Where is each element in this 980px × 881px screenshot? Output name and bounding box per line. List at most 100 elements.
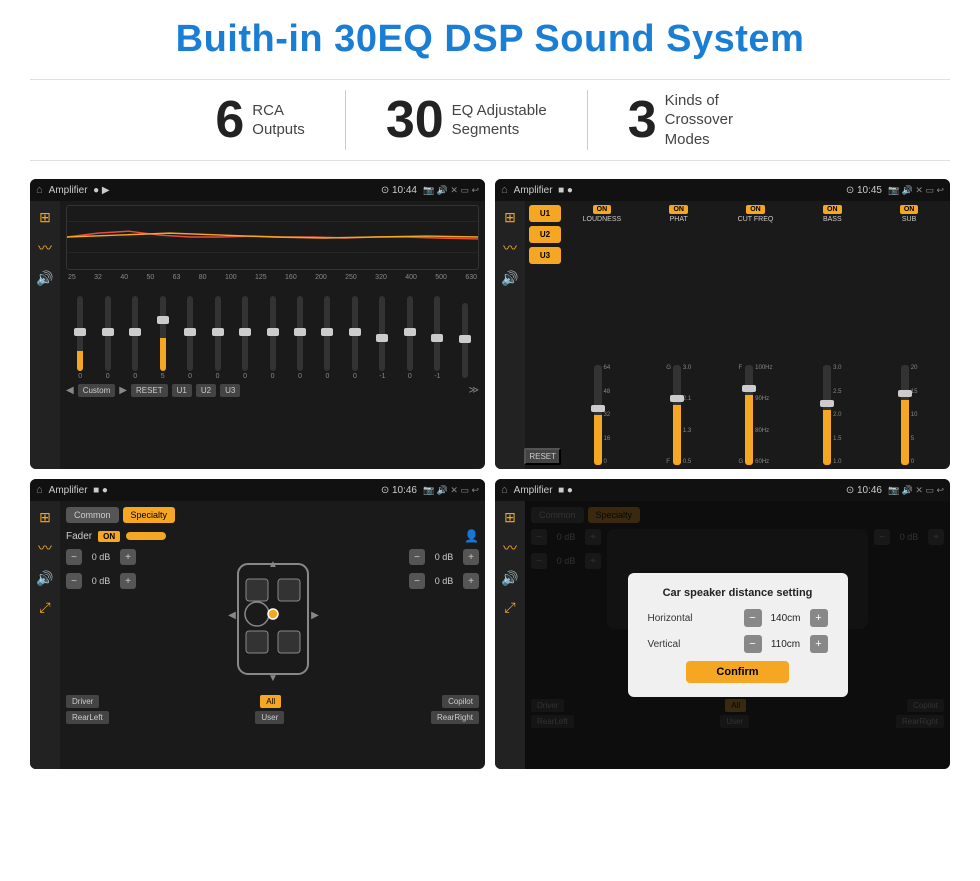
sub-on[interactable]: ON: [900, 205, 919, 214]
eq-slider-10[interactable]: 0: [315, 296, 339, 380]
fader-slider-row: [126, 532, 166, 540]
horizontal-minus-btn[interactable]: −: [744, 609, 762, 627]
distance-main: Common Specialty −0 dB+ −0 dB+ −0 dB+: [525, 501, 950, 769]
eq-speaker-icon[interactable]: 🔊: [36, 270, 53, 287]
eq-slider-1[interactable]: 0: [68, 296, 92, 380]
fader-profile-icon[interactable]: 👤: [464, 529, 479, 543]
fader-on-badge[interactable]: ON: [98, 531, 120, 542]
eq-slider-4[interactable]: 5: [150, 296, 174, 380]
preset-u2[interactable]: U2: [529, 226, 561, 243]
eq-slider-8[interactable]: 0: [260, 296, 284, 380]
phat-label: PHAT: [670, 216, 688, 223]
loudness-slider[interactable]: [594, 365, 602, 465]
eq-slider-6[interactable]: 0: [205, 296, 229, 380]
fader-tab-common[interactable]: Common: [66, 507, 119, 523]
eq-prev-arrow[interactable]: ◀: [66, 385, 74, 396]
eq-wave-icon[interactable]: 〰: [38, 238, 52, 258]
rearleft-btn[interactable]: RearLeft: [66, 711, 109, 724]
cutfreq-slider[interactable]: [745, 365, 753, 465]
phat-sliders: GF 3.02.11.30.5: [666, 225, 691, 465]
eq-slider-11[interactable]: 0: [343, 296, 367, 380]
eq-slider-2[interactable]: 0: [95, 296, 119, 380]
stat-eq-label: EQ AdjustableSegments: [452, 101, 547, 140]
phat-slider-g[interactable]: [673, 365, 681, 465]
db-minus-4[interactable]: −: [409, 573, 425, 589]
bass-slider[interactable]: [823, 365, 831, 465]
all-btn[interactable]: All: [260, 695, 281, 708]
eq-slider-5[interactable]: 0: [178, 296, 202, 380]
fader-tab-specialty[interactable]: Specialty: [123, 507, 176, 523]
preset-u3[interactable]: U3: [529, 247, 561, 264]
crossover-wave-icon[interactable]: 〰: [503, 238, 517, 258]
crossover-main: U1 U2 U3 RESET ON LOUDNESS: [525, 201, 950, 469]
db-plus-3[interactable]: +: [463, 549, 479, 565]
db-minus-1[interactable]: −: [66, 549, 82, 565]
vertical-plus-btn[interactable]: +: [810, 635, 828, 653]
db-plus-2[interactable]: +: [120, 573, 136, 589]
fader-expand-icon[interactable]: ⤢: [39, 599, 50, 616]
eq-slider-12[interactable]: -1: [370, 296, 394, 380]
eq-preset-custom[interactable]: Custom: [78, 384, 116, 397]
distance-modal-overlay: Car speaker distance setting Horizontal …: [525, 501, 950, 769]
fader-speaker-icon[interactable]: 🔊: [36, 570, 53, 587]
eq-freq-labels: 25 32 40 50 63 80 100 125 160 200 250 32…: [66, 274, 479, 281]
stat-crossover-number: 3: [628, 94, 657, 146]
cutfreq-scale: 100Hz90Hz80Hz60Hz: [755, 365, 772, 465]
loudness-on[interactable]: ON: [593, 205, 612, 214]
modal-horizontal-controls: − 140cm +: [744, 609, 828, 627]
fader-panel: ⌂ Amplifier ■ ● ⊙ 10:46 📷 🔊 ✕ ▭ ↩ ⊞ 〰 🔊 …: [30, 479, 485, 769]
phat-on[interactable]: ON: [669, 205, 688, 214]
driver-btn[interactable]: Driver: [66, 695, 99, 708]
bass-label: BASS: [823, 216, 842, 223]
eq-reset-btn[interactable]: RESET: [131, 384, 168, 397]
fader-filter-icon[interactable]: ⊞: [39, 509, 51, 526]
eq-u1-btn[interactable]: U1: [172, 384, 192, 397]
rearright-btn[interactable]: RearRight: [431, 711, 479, 724]
eq-slider-3[interactable]: 0: [123, 296, 147, 380]
eq-slider-7[interactable]: 0: [233, 296, 257, 380]
eq-u2-btn[interactable]: U2: [196, 384, 216, 397]
eq-slider-15[interactable]: [453, 303, 477, 380]
car-svg: ▲ ▼ ◀ ▶: [218, 549, 328, 689]
crossover-speaker-icon[interactable]: 🔊: [501, 270, 518, 287]
eq-time: ⊙ 10:44: [381, 185, 417, 196]
eq-slider-9[interactable]: 0: [288, 296, 312, 380]
confirm-button[interactable]: Confirm: [686, 661, 788, 683]
channel-phat: ON PHAT GF 3.02.11.30.5: [642, 205, 716, 465]
crossover-status-bar: ⌂ Amplifier ■ ● ⊙ 10:45 📷 🔊 ✕ ▭ ↩: [495, 179, 950, 201]
home-icon-4[interactable]: ⌂: [501, 484, 508, 496]
db-minus-2[interactable]: −: [66, 573, 82, 589]
db-minus-3[interactable]: −: [409, 549, 425, 565]
eq-u3-btn[interactable]: U3: [220, 384, 240, 397]
eq-slider-13[interactable]: 0: [398, 296, 422, 380]
horizontal-plus-btn[interactable]: +: [810, 609, 828, 627]
preset-u1[interactable]: U1: [529, 205, 561, 222]
distance-wave-icon[interactable]: 〰: [503, 538, 517, 558]
bass-on[interactable]: ON: [823, 205, 842, 214]
eq-panel-title: Amplifier ● ▶: [49, 185, 375, 196]
home-icon[interactable]: ⌂: [36, 184, 43, 196]
distance-filter-icon[interactable]: ⊞: [504, 509, 516, 526]
user-btn[interactable]: User: [255, 711, 284, 724]
vertical-minus-btn[interactable]: −: [744, 635, 762, 653]
sub-slider[interactable]: [901, 365, 909, 465]
channel-loudness: ON LOUDNESS 644832160: [565, 205, 639, 465]
eq-next-arrow[interactable]: ▶: [119, 385, 127, 396]
eq-filter-icon[interactable]: ⊞: [39, 209, 51, 226]
eq-more-icon[interactable]: ≫: [469, 385, 479, 396]
home-icon-3[interactable]: ⌂: [36, 484, 43, 496]
distance-speaker-icon[interactable]: 🔊: [501, 570, 518, 587]
loudness-sliders: 644832160: [594, 225, 611, 465]
cutfreq-on[interactable]: ON: [746, 205, 765, 214]
distance-expand-icon[interactable]: ⤢: [504, 599, 515, 616]
home-icon-2[interactable]: ⌂: [501, 184, 508, 196]
db-plus-1[interactable]: +: [120, 549, 136, 565]
distance-panel-content: ⊞ 〰 🔊 ⤢ Common Specialty −0 dB+: [495, 501, 950, 769]
crossover-filter-icon[interactable]: ⊞: [504, 209, 516, 226]
eq-slider-14[interactable]: -1: [425, 296, 449, 380]
copilot-btn[interactable]: Copilot: [442, 695, 479, 708]
fader-wave-icon[interactable]: 〰: [38, 538, 52, 558]
fader-horizontal-slider[interactable]: [126, 532, 166, 540]
crossover-reset-btn[interactable]: RESET: [524, 448, 561, 465]
db-plus-4[interactable]: +: [463, 573, 479, 589]
